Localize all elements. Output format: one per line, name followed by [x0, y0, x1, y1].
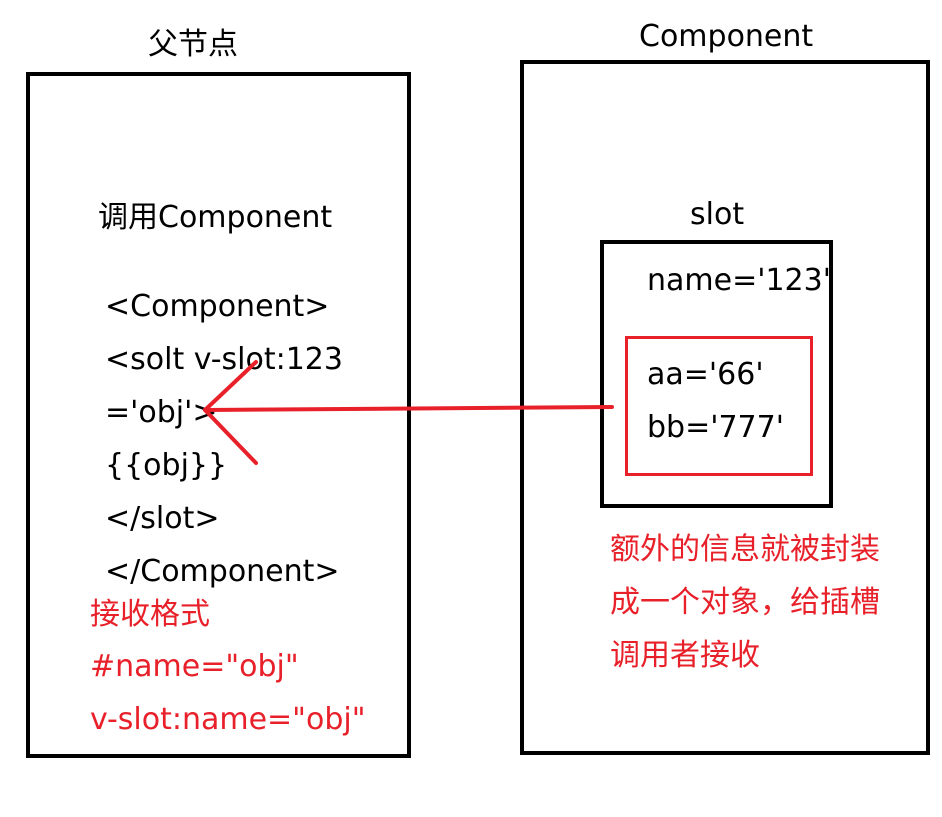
component-title: Component — [639, 19, 814, 54]
note-line: 额外的信息就被封装 — [610, 532, 880, 567]
extra-attr-aa: aa='66' — [647, 357, 764, 392]
code-line: </Component> — [105, 554, 340, 589]
extra-attr-bb: bb='777' — [647, 410, 784, 445]
parent-title: 父节点 — [148, 27, 238, 62]
code-line: <Component> — [105, 289, 330, 324]
parent-heading: 调用Component — [98, 200, 333, 235]
receive-format-title: 接收格式 — [90, 597, 210, 632]
slot-label: slot — [690, 197, 745, 232]
code-line: ='obj'> — [105, 395, 218, 430]
code-line: <solt v-slot:123 — [105, 342, 343, 377]
note-line: 成一个对象，给插槽 — [610, 585, 880, 620]
code-line: {{obj}} — [105, 448, 228, 483]
receive-format-hash: #name="obj" — [90, 649, 299, 684]
slot-name-attr: name='123' — [647, 263, 831, 298]
receive-format-vslot: v-slot:name="obj" — [90, 702, 366, 737]
note-line: 调用者接收 — [610, 638, 760, 673]
code-line: </slot> — [105, 501, 220, 536]
